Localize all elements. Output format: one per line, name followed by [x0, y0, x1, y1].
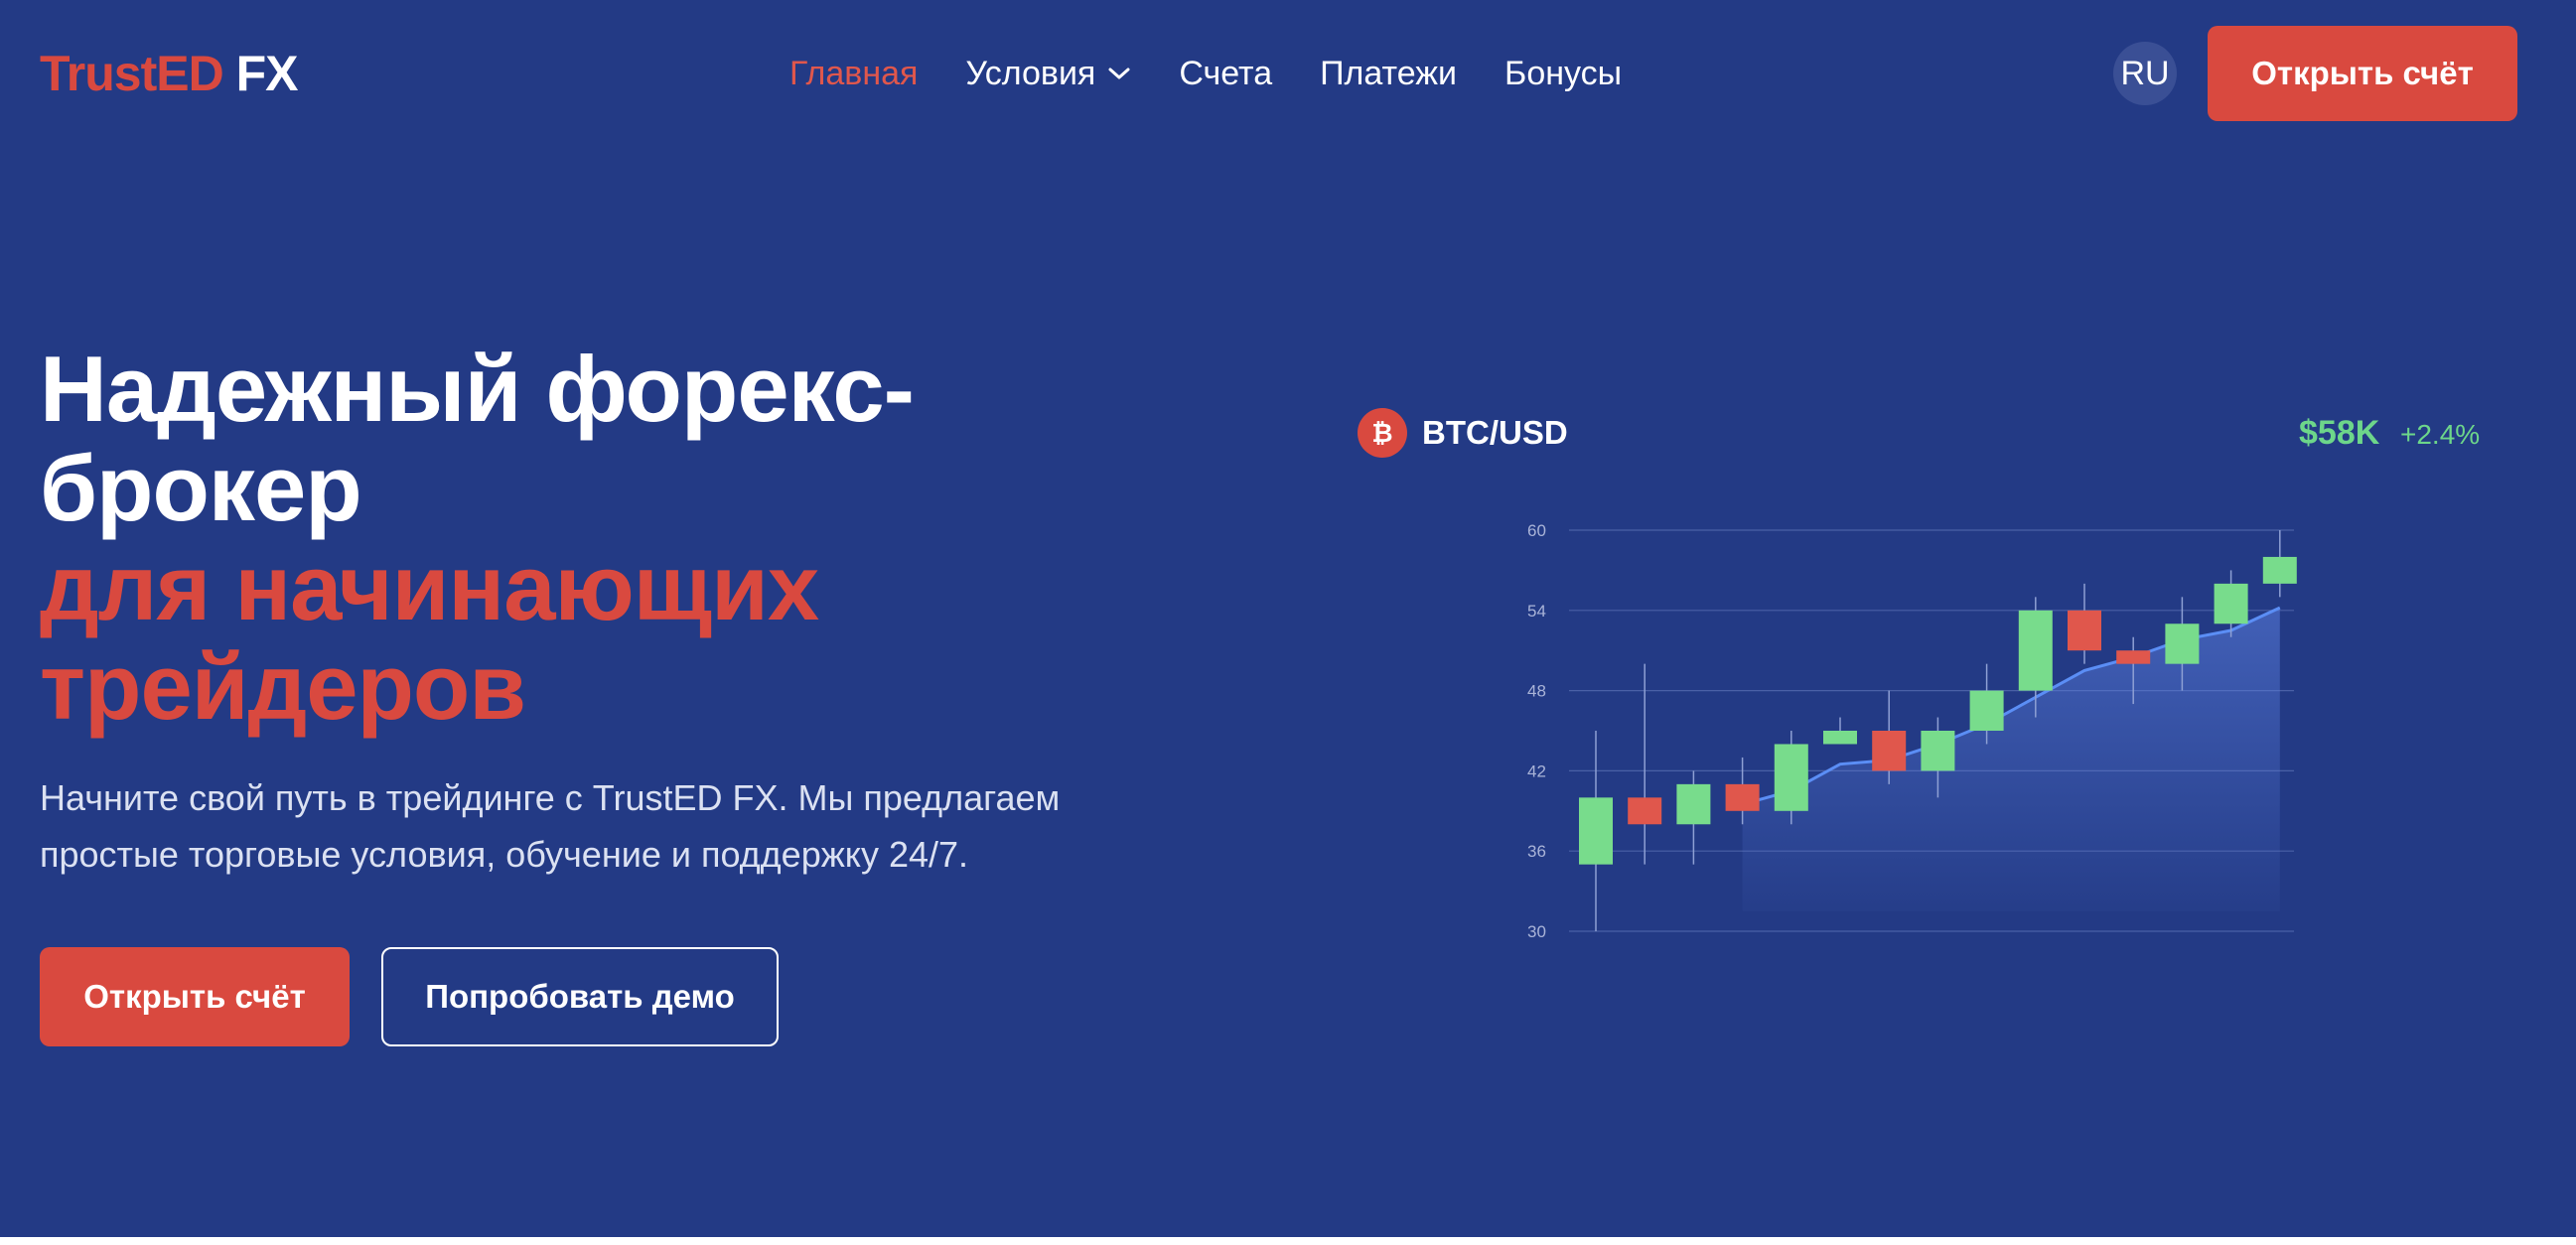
- nav-item-bonuses[interactable]: Бонусы: [1504, 55, 1622, 93]
- chart-candle-body: [1774, 744, 1808, 811]
- chart-y-tick-label: 42: [1527, 761, 1546, 780]
- hero-title-line2: брокер: [40, 436, 362, 540]
- chart-candle-body: [2214, 583, 2248, 624]
- chart-y-tick-label: 60: [1527, 521, 1546, 540]
- chart-candle-body: [1628, 797, 1662, 825]
- bitcoin-icon: ₿: [1358, 408, 1407, 458]
- chart-y-tick-label: 30: [1527, 922, 1546, 941]
- chart-y-tick-label: 54: [1527, 602, 1546, 621]
- ticker-pair: BTC/USD: [1422, 414, 1568, 451]
- nav-item-home[interactable]: Главная: [789, 55, 918, 93]
- chart-area-fill: [1742, 608, 2280, 911]
- chevron-down-icon: [1108, 68, 1130, 79]
- hero-section: TrustED FX Главная Условия Счета Платежи…: [0, 0, 2576, 1237]
- try-demo-button[interactable]: Попробовать демо: [381, 947, 779, 1046]
- chart-candle-body: [1823, 731, 1857, 745]
- language-switcher[interactable]: RU: [2113, 42, 2177, 105]
- hero-description: Начните свой путь в трейдинге с TrustED …: [40, 777, 1061, 875]
- chart-candle-body: [2116, 650, 2151, 664]
- logo[interactable]: TrustED FX: [40, 40, 299, 107]
- nav-item-label: Бонусы: [1504, 54, 1623, 92]
- chart-y-tick-label: 36: [1527, 842, 1546, 861]
- logo-trusted: TrustED: [40, 46, 224, 101]
- nav-item-accounts[interactable]: Счета: [1179, 55, 1272, 93]
- main-nav: Главная Условия Счета Платежи Бонусы: [789, 48, 1669, 99]
- nav-item-label: Условия: [965, 54, 1096, 92]
- chart-candle-body: [1921, 731, 1955, 771]
- open-account-button[interactable]: Открыть счёт: [40, 947, 350, 1046]
- hero-title-accent1: для начинающих: [40, 535, 819, 639]
- header-open-account-button[interactable]: Открыть счёт: [2208, 26, 2517, 121]
- chart-candle-body: [1676, 783, 1711, 825]
- nav-item-label: Платежи: [1320, 54, 1458, 92]
- nav-item-label: Счета: [1179, 54, 1273, 92]
- chart-candle-body: [1872, 731, 1907, 771]
- chart-candle-body: [1969, 690, 2004, 731]
- chart-candle-body: [2165, 623, 2200, 664]
- chart-candle-body: [2068, 610, 2101, 651]
- chart-y-tick-label: 48: [1527, 682, 1546, 701]
- hero-title-line1: Надежный форекс-: [40, 337, 915, 441]
- hero-title-accent2: трейдеров: [40, 634, 526, 739]
- chart-candle-body: [2018, 610, 2053, 691]
- price-chart: 60 54 48 42 36 30: [1527, 521, 2297, 941]
- nav-item-payments[interactable]: Платежи: [1320, 55, 1457, 93]
- chart-candle-body: [2262, 556, 2297, 584]
- hero-title: Надежный форекс- брокер для начинающих т…: [40, 340, 1231, 737]
- ticker-price: $58K: [2299, 414, 2380, 452]
- nav-item-label: Главная: [789, 54, 919, 92]
- chart-candle-body: [1725, 783, 1760, 811]
- nav-item-conditions[interactable]: Условия: [965, 55, 1131, 93]
- chart-candle-body: [1579, 797, 1613, 865]
- ticker-change: +2.4%: [2400, 419, 2481, 450]
- logo-fx: FX: [235, 46, 299, 101]
